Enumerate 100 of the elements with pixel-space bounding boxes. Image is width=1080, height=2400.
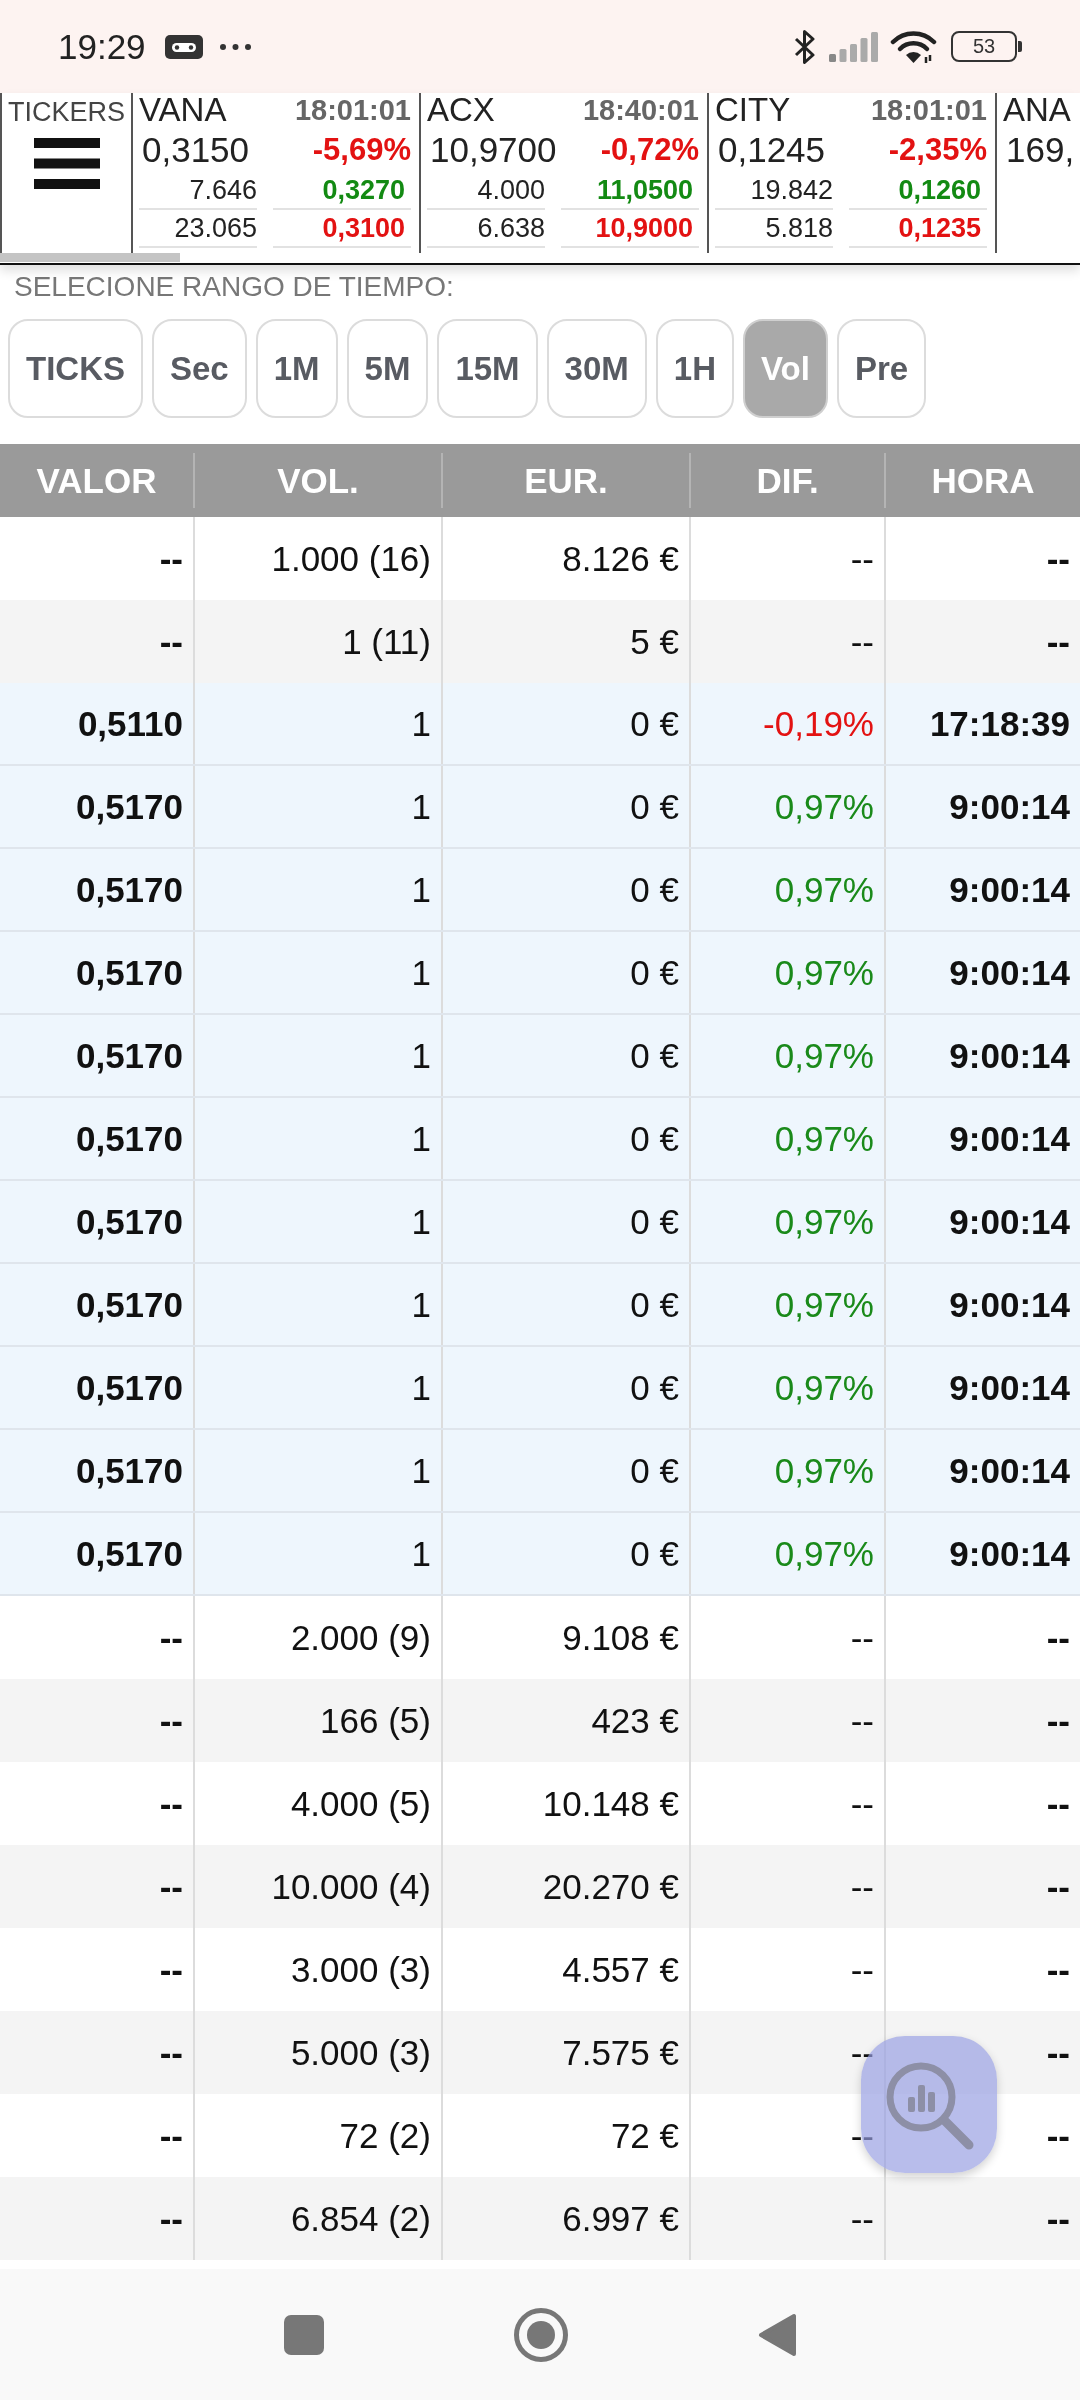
- table-cell: 0 €: [441, 1264, 689, 1345]
- range-tab[interactable]: 1H: [655, 319, 734, 418]
- more-dots-icon: [219, 43, 251, 50]
- table-cell: 9:00:14: [884, 849, 1080, 930]
- table-cell-text: --: [158, 1948, 184, 1991]
- table-cell-text: 0,5170: [74, 1200, 184, 1243]
- range-tab[interactable]: TICKS: [8, 319, 143, 418]
- table-cell-text: --: [158, 537, 184, 580]
- table-cell-text: --: [158, 2031, 184, 2074]
- table-cell: 0,97%: [689, 766, 884, 847]
- circle-icon[interactable]: [514, 2307, 568, 2362]
- table-cell: 1: [193, 1430, 441, 1511]
- table-cell-text: 0,5170: [74, 1532, 184, 1575]
- table-cell: 1: [193, 683, 441, 764]
- table-cell-text: 0,5170: [74, 785, 184, 828]
- ticker-level-price: 0,1260: [849, 172, 987, 210]
- ticker-volume: 23.065: [139, 210, 257, 248]
- table-cell: 9:00:14: [884, 1015, 1080, 1096]
- table-cell: 0,97%: [689, 1264, 884, 1345]
- table-cell: 9:00:14: [884, 1098, 1080, 1179]
- table-cell: --: [884, 2177, 1080, 2260]
- ticker-volume: 6.638: [427, 210, 545, 248]
- table-cell-text: --: [158, 1865, 184, 1908]
- table-cell-text: --: [158, 1616, 184, 1659]
- table-cell: 0,97%: [689, 1513, 884, 1594]
- range-label: SELECIONE RANGO DE TIEMPO:: [14, 271, 454, 303]
- table-cell: 0 €: [441, 1181, 689, 1262]
- ticker-time: 18:01:01: [294, 93, 411, 127]
- table-cell-text: --: [158, 1699, 184, 1742]
- ticker-symbol: VANA: [139, 93, 227, 127]
- table-cell: 0 €: [441, 766, 689, 847]
- ticker-level-price: 10,9000: [561, 210, 699, 248]
- table-cell-text: 0,5170: [74, 1449, 184, 1492]
- ticker-level-price: 11,0500: [561, 172, 699, 210]
- voicemail-icon: [164, 34, 203, 59]
- range-tab[interactable]: Sec: [152, 319, 247, 418]
- table-cell: 1: [193, 1098, 441, 1179]
- table-cell: 0,97%: [689, 1098, 884, 1179]
- wifi-icon: [890, 29, 937, 64]
- table-cell: 0 €: [441, 932, 689, 1013]
- table-cell: 1: [193, 1264, 441, 1345]
- table-cell-text: --: [158, 620, 184, 663]
- ticker-volume: 7.646: [139, 172, 257, 210]
- ticker-change: -2,35%: [888, 131, 987, 168]
- ticker-symbol: CITY: [715, 93, 791, 127]
- triangle-icon[interactable]: [758, 2312, 796, 2357]
- table-cell-text: 0,5170: [74, 951, 184, 994]
- range-tab[interactable]: 1M: [255, 319, 338, 418]
- menu-icon[interactable]: [33, 138, 100, 189]
- table-cell: 9:00:14: [884, 1430, 1080, 1511]
- table-cell: --: [689, 2177, 884, 2260]
- table-cell: 0,97%: [689, 1347, 884, 1428]
- ticker-change: -0,72%: [600, 131, 699, 168]
- table-cell-text: 0,5170: [74, 868, 184, 911]
- ticker-volume: 5.818: [715, 210, 833, 248]
- ticker-volume: 19.842: [715, 172, 833, 210]
- table-cell: 0 €: [441, 849, 689, 930]
- ticker-symbol: ANA: [1003, 93, 1071, 127]
- range-tab[interactable]: 15M: [437, 319, 538, 418]
- table-cell-text: --: [158, 2114, 184, 2157]
- table-cell: 0 €: [441, 1347, 689, 1428]
- table-cell-text: 0,5170: [74, 1034, 184, 1077]
- table-cell: 17:18:39: [884, 683, 1080, 764]
- table-cell-text: 0,5170: [74, 1283, 184, 1326]
- bluetooth-icon: [793, 29, 817, 64]
- ticker-time: 18:01:01: [870, 93, 987, 127]
- table-cell: 0 €: [441, 683, 689, 764]
- table-cell: 0 €: [441, 1098, 689, 1179]
- table-cell: 0 €: [441, 1430, 689, 1511]
- table-cell: 1: [193, 849, 441, 930]
- table-cell: 0,97%: [689, 932, 884, 1013]
- table-cell-text: --: [158, 2197, 184, 2240]
- ticker-price: 0,1245: [718, 129, 826, 170]
- range-tab[interactable]: 30M: [546, 319, 647, 418]
- ticker-price: 10,9700: [430, 129, 557, 170]
- table-cell: 9:00:14: [884, 1181, 1080, 1262]
- ticker-level-price: 0,3270: [273, 172, 411, 210]
- table-cell: 1: [193, 932, 441, 1013]
- range-tab[interactable]: Pre: [836, 319, 927, 418]
- table-cell: 9:00:14: [884, 1513, 1080, 1594]
- square-icon[interactable]: [284, 2314, 324, 2355]
- ticker-level-price: 0,3100: [273, 210, 411, 248]
- status-time: 19:29: [58, 26, 146, 67]
- ticker-volume: 4.000: [427, 172, 545, 210]
- table-cell-text: --: [158, 1782, 184, 1825]
- table-cell: -0,19%: [689, 683, 884, 764]
- tickers-label: TICKERS: [8, 96, 125, 129]
- range-tab[interactable]: 5M: [346, 319, 429, 418]
- table-cell: 9:00:14: [884, 1347, 1080, 1428]
- ticker-symbol: ACX: [427, 93, 495, 127]
- table-cell: 9:00:14: [884, 932, 1080, 1013]
- ticker-price: 169,: [1006, 129, 1075, 170]
- table-cell: 0 €: [441, 1513, 689, 1594]
- table-cell: 0,97%: [689, 1015, 884, 1096]
- table-cell-text: 0,5110: [76, 702, 184, 745]
- table-cell: 1: [193, 1181, 441, 1262]
- ticker-price: 0,3150: [142, 129, 250, 170]
- table-cell: 0 €: [441, 1015, 689, 1096]
- battery-indicator: 53: [951, 31, 1022, 62]
- table-cell: 0,97%: [689, 1181, 884, 1262]
